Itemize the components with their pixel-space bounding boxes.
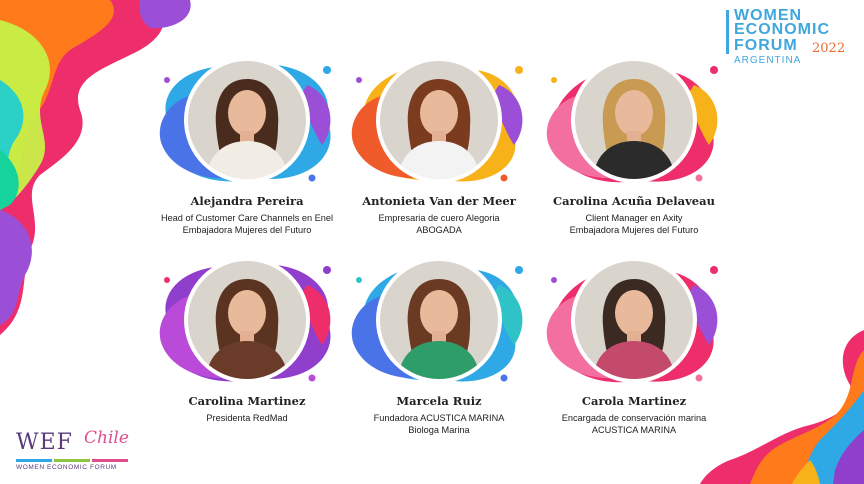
logo-chile-text: Chile (84, 428, 129, 448)
speaker-name: Carola Martinez (581, 394, 687, 408)
speaker-role: Empresaria de cuero Alegoria ABOGADA (329, 212, 549, 236)
logo-country: ARGENTINA (734, 55, 802, 66)
speaker-photo-frame (329, 50, 549, 190)
speaker-card: Alejandra Pereira Head of Customer Care C… (137, 50, 357, 236)
speaker-name: Antonieta Van der Meer (362, 194, 516, 208)
speaker-portrait (188, 261, 306, 379)
logo-underline (16, 459, 128, 462)
speaker-photo-frame (329, 250, 549, 390)
speaker-photo-frame (524, 50, 744, 190)
speaker-photo-frame (137, 250, 357, 390)
speaker-portrait (575, 61, 693, 179)
speaker-portrait (380, 61, 498, 179)
speaker-role-line-1: Fundadora ACUSTICA MARINA (373, 413, 505, 423)
speaker-portrait (188, 61, 306, 179)
speaker-name: Carolina Martinez (188, 394, 306, 408)
speaker-role-line-1: Empresaria de cuero Alegoria (378, 213, 500, 223)
speaker-role-line-2: Embajadora Mujeres del Futuro (569, 225, 699, 235)
logo-economic: ECONOMIC (734, 21, 830, 38)
speaker-role-line-2: Biologa Marina (408, 425, 470, 435)
logo-year: 2022 (812, 41, 846, 56)
speaker-role: Presidenta RedMad (137, 412, 357, 424)
speaker-role: Encargada de conservación marina ACUSTICA… (524, 412, 744, 436)
speaker-card: Carolina Martinez Presidenta RedMad (137, 250, 357, 424)
logo-wef-text: WEF (16, 430, 73, 455)
speaker-role: Fundadora ACUSTICA MARINA Biologa Marina (329, 412, 549, 436)
speaker-role-line-2: ACUSTICA MARINA (591, 425, 677, 435)
speaker-role-line-2: Embajadora Mujeres del Futuro (182, 225, 312, 235)
women-economic-forum-logo: WOMEN ECONOMIC FORUM 2022 ARGENTINA (726, 8, 854, 68)
speaker-name: Marcela Ruiz (396, 394, 482, 408)
speaker-name: Carolina Acuña Delaveau (553, 194, 715, 208)
speaker-name: Alejandra Pereira (190, 194, 304, 208)
speaker-card: Antonieta Van der Meer Empresaria de cuer… (329, 50, 549, 236)
speaker-portrait (575, 261, 693, 379)
speaker-role-line-1: Presidenta RedMad (206, 413, 288, 423)
speaker-role-line-2: ABOGADA (416, 225, 462, 235)
logo-bar (726, 10, 729, 54)
speaker-role: Client Manager en Axity Embajadora Mujere… (524, 212, 744, 236)
speaker-role-line-1: Head of Customer Care Channels en Enel (160, 213, 334, 223)
speaker-photo-frame (137, 50, 357, 190)
speaker-card: Marcela Ruiz Fundadora ACUSTICA MARINA Bio… (329, 250, 549, 436)
speaker-card: Carolina Acuña Delaveau Client Manager en… (524, 50, 744, 236)
wef-chile-logo: WEF Chile WOMEN ECONOMIC FORUM (16, 428, 146, 474)
speaker-portrait (380, 261, 498, 379)
speaker-role-line-1: Encargada de conservación marina (561, 413, 707, 423)
speaker-role: Head of Customer Care Channels en Enel Em… (137, 212, 357, 236)
speaker-card: Carola Martinez Encargada de conservación… (524, 250, 744, 436)
logo-subtitle: WOMEN ECONOMIC FORUM (16, 464, 117, 471)
speaker-role-line-1: Client Manager en Axity (585, 213, 683, 223)
speaker-photo-frame (524, 250, 744, 390)
